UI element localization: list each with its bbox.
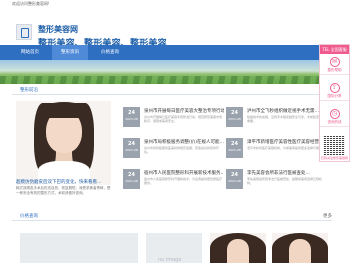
news-title[interactable]: 李先美容会所非法行医被查处… — [247, 170, 327, 176]
news-title[interactable]: 漳平市新增医疗美容性医疗美容经营户… — [247, 139, 327, 145]
more-link[interactable]: 更多 — [323, 213, 332, 219]
message-icon: ✉ — [329, 57, 340, 67]
thumbnail-placeholder[interactable] — [20, 233, 138, 263]
nav-item-news[interactable]: 整形资讯 — [52, 45, 88, 60]
cases-section-title[interactable]: 价格查询 — [20, 213, 38, 219]
sidebar-item-hotline[interactable]: ◷ 咨询热线 — [320, 107, 349, 127]
logo-icon[interactable] — [16, 24, 32, 40]
news-item[interactable]: 24 2021-08 漳平市新增医疗美容性医疗美容经营户… 漳平市新增医疗美容机构… — [226, 138, 327, 162]
date-badge: 24 2021-08 — [123, 107, 140, 127]
news-item[interactable]: 24 2021-08 泉州市局积极服务调整(价)在规人可能… 泉州市局积极服务医美… — [123, 138, 224, 162]
date-badge: 24 2021-08 — [123, 169, 140, 189]
thumbnail-image[interactable] — [272, 233, 328, 263]
date-badge: 24 2021-08 — [226, 138, 243, 158]
top-bar: 欢迎访问整形美容网! — [0, 0, 350, 9]
floating-sidebar: TEL 全国客服 ✉ 整形帮助 ⇪ 国际分享 ◷ 咨询热线 扫码关注整形美容网 — [319, 44, 350, 162]
news-desc: 泉州市局积极服务医美机构规范发展，营造良好的营商环境。 — [144, 146, 220, 154]
site-header: 整形美容网 整形美容、整形美容、整形美容 — [0, 9, 350, 49]
news-item[interactable]: 24 2021-08 泉州市开展每日医疗美容大整治专项行动 泉州市开展每日医疗美容… — [123, 107, 224, 131]
thumbnail-image[interactable] — [210, 233, 266, 263]
news-title[interactable]: 泉州市开展每日医疗美容大整治专项行动 — [144, 108, 224, 114]
feature-image[interactable] — [16, 101, 111, 185]
cases-section-header: 价格查询 更多 — [12, 212, 332, 221]
site-title[interactable]: 整形美容网 — [38, 24, 78, 35]
sidebar-item-help[interactable]: ✉ 整形帮助 — [320, 55, 349, 75]
welcome-text: 欢迎访问整形美容网! — [12, 1, 50, 6]
hero-banner — [0, 60, 350, 84]
share-icon: ⇪ — [329, 83, 340, 93]
clock-icon: ◷ — [329, 109, 340, 119]
news-desc: 李先美容会所因非法行医被查处，提醒求美者选择正规机构。 — [247, 177, 323, 185]
date-badge: 24 2021-08 — [226, 169, 243, 189]
sidebar-header[interactable]: TEL 全国客服 — [320, 45, 349, 54]
qr-code — [323, 135, 345, 155]
news-desc: 漳平市新增医疗美容机构，为求美者提供更多选择与服务。 — [247, 146, 326, 150]
news-section-header: 整形前沿 — [12, 86, 332, 95]
nav-item-prices[interactable]: 价格查询 — [92, 45, 128, 60]
main-nav: 网站首页 整形资讯 价格查询 — [0, 45, 350, 60]
feature-description: 韩式双眼皮手术后形态自然，恢复期短，深受求美者青睐，是一种安全有效的整形方式，术… — [16, 186, 111, 195]
news-item[interactable]: 24 2021-08 李先美容会所非法行医被查处… 李先美容会所因非法行医被查处，… — [226, 169, 326, 193]
news-title[interactable]: 泸州市全飞秒组织做近视手术无需… — [247, 108, 327, 114]
sidebar-item-share[interactable]: ⇪ 国际分享 — [320, 81, 349, 101]
qr-caption: 扫码关注整形美容网 — [320, 156, 348, 160]
date-badge: 24 2021-08 — [123, 138, 140, 158]
news-item[interactable]: 24 2021-08 宿州市人民医院整形科开展新技术服务… 宿州市人民医院整形科开… — [123, 169, 224, 193]
no-image-label: no image — [158, 257, 182, 263]
news-desc: 宿州市人民医院整形科开展新技术，为患者提供更优质医疗服务。 — [144, 177, 223, 185]
news-item[interactable]: 24 2021-08 泸州市全飞秒组织做近视手术无需… 随着技术的发展，近视手术越… — [226, 107, 326, 131]
news-desc: 随着技术的发展，近视手术越来越安全可靠，术前检查非常重要。 — [247, 115, 326, 123]
news-desc: 泉州市开展每日医疗美容专项整治行动，规范整形美容市场秩序，保障求美者安全。 — [144, 115, 223, 123]
date-badge: 24 2021-08 — [226, 107, 243, 127]
nav-item-home[interactable]: 网站首页 — [12, 45, 48, 60]
news-title[interactable]: 泉州市局积极服务调整(价)在规人可能… — [144, 139, 224, 145]
news-section-title[interactable]: 整形前沿 — [20, 87, 38, 93]
news-title[interactable]: 宿州市人民医院整形科开展新技术服务… — [144, 170, 224, 176]
